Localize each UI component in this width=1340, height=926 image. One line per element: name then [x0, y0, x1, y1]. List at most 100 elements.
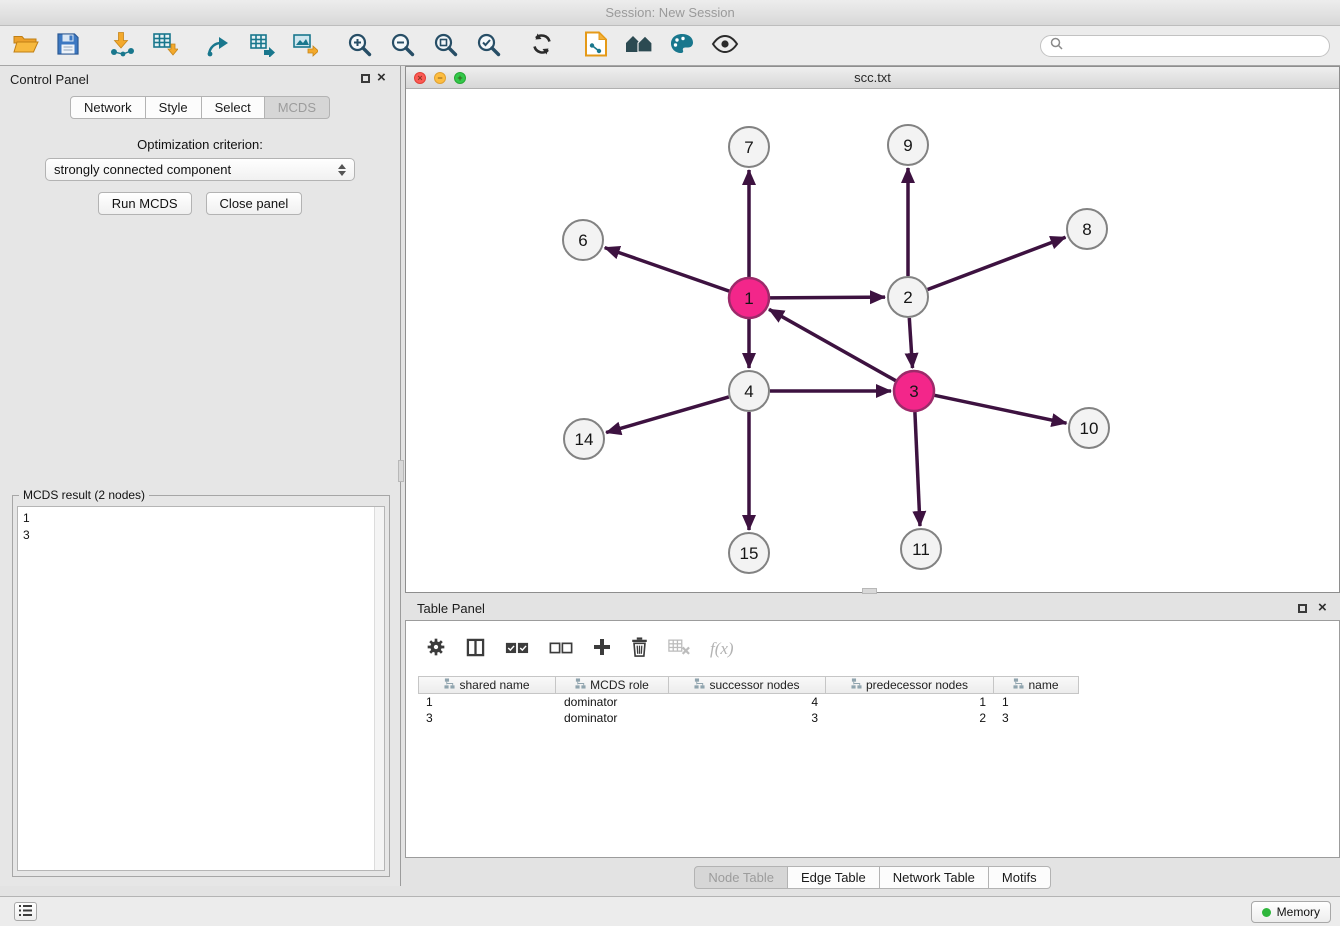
column-header-mcds-role[interactable]: MCDS role	[556, 676, 669, 694]
show-hide-button[interactable]	[708, 30, 742, 62]
control-panel-tabs: NetworkStyleSelectMCDS	[0, 96, 400, 119]
style-palette-button[interactable]	[665, 30, 699, 62]
edge-3-10[interactable]	[935, 395, 1067, 423]
add-column-button[interactable]	[593, 638, 611, 659]
cell-mcds-role[interactable]: dominator	[556, 710, 669, 726]
node-10[interactable]: 10	[1069, 408, 1109, 448]
tab-style[interactable]: Style	[146, 96, 202, 119]
cell-name[interactable]: 3	[994, 710, 1079, 726]
tab-motifs[interactable]: Motifs	[989, 866, 1051, 889]
float-table-panel-icon[interactable]	[1298, 604, 1307, 613]
column-header-predecessor-nodes[interactable]: predecessor nodes	[826, 676, 994, 694]
minimize-window-icon[interactable]: −	[434, 72, 446, 84]
table-row[interactable]: 1dominator411	[418, 694, 1339, 710]
export-image-button[interactable]	[288, 30, 322, 62]
close-table-panel-icon[interactable]: ×	[1318, 599, 1327, 617]
search-box[interactable]	[1040, 35, 1330, 57]
edge-3-11[interactable]	[915, 412, 920, 526]
zoom-out-button[interactable]	[385, 30, 419, 62]
deselect-all-button[interactable]	[549, 640, 573, 658]
memory-button[interactable]: Memory	[1251, 901, 1331, 923]
edge-1-2[interactable]	[770, 297, 885, 298]
node-label: 15	[740, 544, 759, 563]
home-network-button[interactable]	[622, 30, 656, 62]
network-document-button[interactable]	[579, 30, 613, 62]
horizontal-splitter[interactable]	[862, 588, 877, 594]
column-header-shared-name[interactable]: shared name	[418, 676, 556, 694]
node-14[interactable]: 14	[564, 419, 604, 459]
node-9[interactable]: 9	[888, 125, 928, 165]
cell-predecessor-nodes[interactable]: 1	[826, 694, 994, 710]
node-1[interactable]: 1	[729, 278, 769, 318]
close-window-icon[interactable]: ×	[414, 72, 426, 84]
vertical-splitter[interactable]	[398, 460, 404, 482]
show-columns-button[interactable]	[466, 638, 485, 660]
delete-column-button[interactable]	[631, 637, 648, 660]
node-8[interactable]: 8	[1067, 209, 1107, 249]
tab-network-table[interactable]: Network Table	[880, 866, 989, 889]
node-2[interactable]: 2	[888, 277, 928, 317]
cell-shared-name[interactable]: 1	[418, 694, 556, 710]
network-window-titlebar[interactable]: × − + scc.txt	[406, 67, 1339, 89]
function-builder-button[interactable]: f(x)	[710, 639, 734, 659]
delete-table-button[interactable]	[668, 638, 690, 659]
node-15[interactable]: 15	[729, 533, 769, 573]
cell-name[interactable]: 1	[994, 694, 1079, 710]
close-panel-button[interactable]: Close panel	[206, 192, 303, 215]
criterion-dropdown[interactable]: strongly connected component	[45, 158, 355, 181]
deselect-all-icon	[549, 640, 573, 658]
save-session-button[interactable]	[51, 30, 85, 62]
node-label: 3	[909, 382, 918, 401]
run-mcds-button[interactable]: Run MCDS	[98, 192, 192, 215]
mcds-result-area[interactable]: 13	[17, 506, 385, 871]
table-row[interactable]: 3dominator323	[418, 710, 1339, 726]
search-input[interactable]	[1069, 39, 1320, 53]
maximize-window-icon[interactable]: +	[454, 72, 466, 84]
import-network-button[interactable]	[105, 30, 139, 62]
tab-mcds[interactable]: MCDS	[265, 96, 330, 119]
node-11[interactable]: 11	[901, 529, 941, 569]
node-4[interactable]: 4	[729, 371, 769, 411]
edge-1-6[interactable]	[605, 248, 730, 292]
edge-2-8[interactable]	[928, 237, 1066, 289]
float-panel-icon[interactable]	[361, 74, 370, 83]
table-panel: Table Panel × f(x) shared nameMCDS roles…	[405, 596, 1340, 896]
cell-successor-nodes[interactable]: 4	[669, 694, 826, 710]
tab-network[interactable]: Network	[70, 96, 146, 119]
close-panel-icon[interactable]: ×	[377, 69, 386, 87]
select-all-button[interactable]	[505, 640, 529, 658]
node-label: 9	[903, 136, 912, 155]
node-3[interactable]: 3	[894, 371, 934, 411]
result-scrollbar[interactable]	[374, 507, 384, 870]
zoom-fit-button[interactable]	[428, 30, 462, 62]
zoom-in-button[interactable]	[342, 30, 376, 62]
cell-successor-nodes[interactable]: 3	[669, 710, 826, 726]
edge-3-1[interactable]	[769, 309, 896, 380]
tab-edge-table[interactable]: Edge Table	[788, 866, 880, 889]
node-7[interactable]: 7	[729, 127, 769, 167]
control-panel: Control Panel × NetworkStyleSelectMCDS O…	[0, 66, 401, 886]
import-table-button[interactable]	[148, 30, 182, 62]
column-header-successor-nodes[interactable]: successor nodes	[669, 676, 826, 694]
refresh-layout-button[interactable]	[525, 30, 559, 62]
tab-select[interactable]: Select	[202, 96, 265, 119]
export-network-button[interactable]	[202, 30, 236, 62]
table-settings-button[interactable]	[426, 637, 446, 660]
cell-predecessor-nodes[interactable]: 2	[826, 710, 994, 726]
zoom-selected-button[interactable]	[471, 30, 505, 62]
edge-2-3[interactable]	[909, 318, 912, 368]
zoom-selected-icon	[476, 32, 501, 60]
node-6[interactable]: 6	[563, 220, 603, 260]
task-history-button[interactable]	[14, 902, 37, 921]
trash-icon	[631, 637, 648, 660]
cell-mcds-role[interactable]: dominator	[556, 694, 669, 710]
cell-shared-name[interactable]: 3	[418, 710, 556, 726]
edge-4-14[interactable]	[606, 397, 729, 433]
column-header-label: MCDS role	[590, 678, 649, 692]
tab-node-table[interactable]: Node Table	[694, 866, 788, 889]
window-titlebar[interactable]: Session: New Session	[0, 0, 1340, 26]
column-header-name[interactable]: name	[994, 676, 1079, 694]
export-table-button[interactable]	[245, 30, 279, 62]
open-session-button[interactable]	[8, 30, 42, 62]
network-canvas[interactable]: 7 9 6 8 1 2 4 3 14 10 15 11	[406, 89, 1339, 592]
